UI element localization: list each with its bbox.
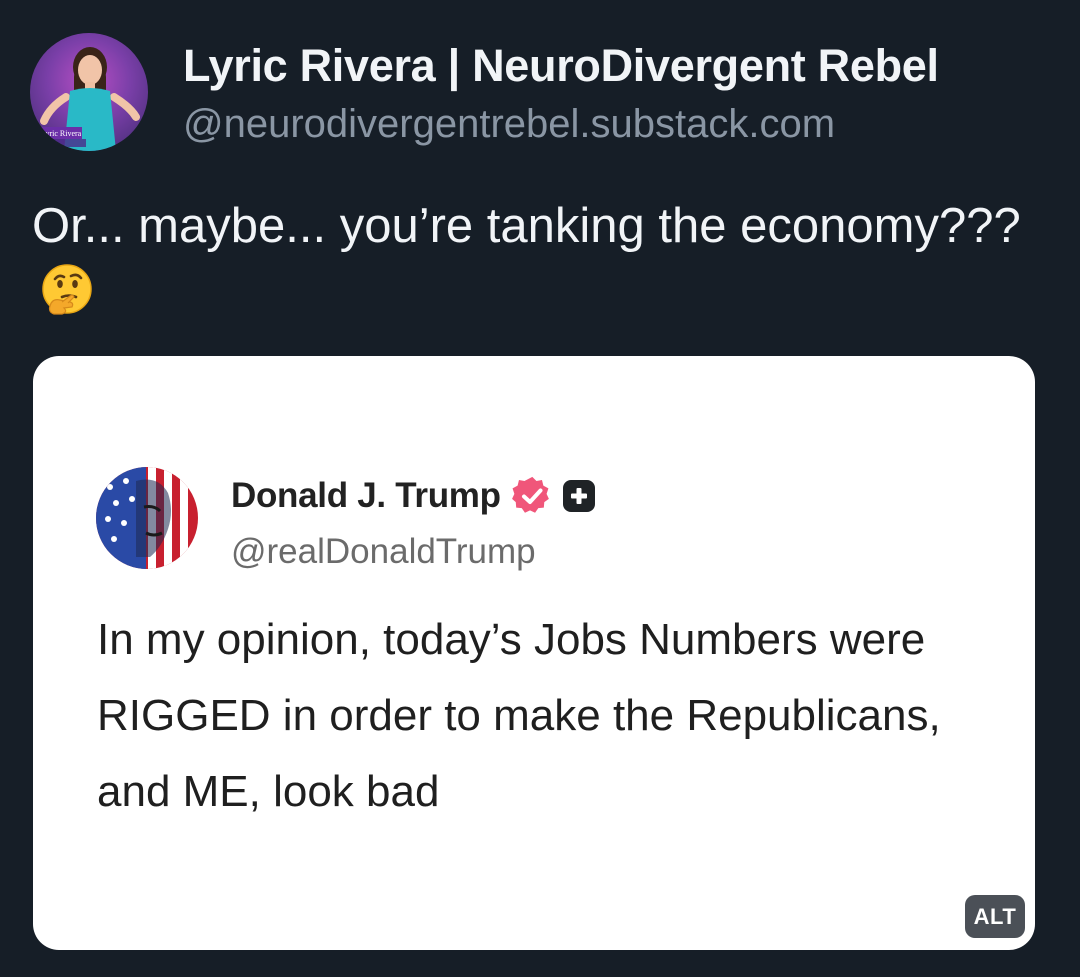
embed-author-avatar <box>96 467 198 569</box>
thinking-face-emoji-icon <box>40 262 94 333</box>
alt-text-button[interactable]: ALT <box>965 895 1025 938</box>
verified-badge-icon <box>511 476 549 513</box>
embed-author-handle: @realDonaldTrump <box>231 532 536 571</box>
author-avatar[interactable]: Lyric Rivera <box>30 33 148 151</box>
author-display-name[interactable]: Lyric Rivera | NeuroDivergent Rebel <box>183 40 939 92</box>
svg-text:Lyric Rivera: Lyric Rivera <box>41 129 82 138</box>
embed-author-row: Donald J. Trump <box>231 472 595 520</box>
author-handle[interactable]: @neurodivergentrebel.substack.com <box>183 102 835 147</box>
post-body: Or... maybe... you’re tanking the econom… <box>32 193 1032 333</box>
embedded-image-card[interactable]: Donald J. Trump @realDonaldTrump In my o… <box>33 356 1035 950</box>
flag-portrait-icon <box>96 467 198 569</box>
post: Lyric Rivera Lyric Rivera | NeuroDiverge… <box>0 0 1080 977</box>
plus-badge-icon <box>562 480 595 512</box>
embed-post-text: In my opinion, today’s Jobs Numbers were… <box>97 615 941 816</box>
embed-author-name: Donald J. Trump <box>231 476 501 515</box>
post-text: Or... maybe... you’re tanking the econom… <box>32 199 1021 253</box>
avatar-photo-icon: Lyric Rivera <box>38 47 140 151</box>
